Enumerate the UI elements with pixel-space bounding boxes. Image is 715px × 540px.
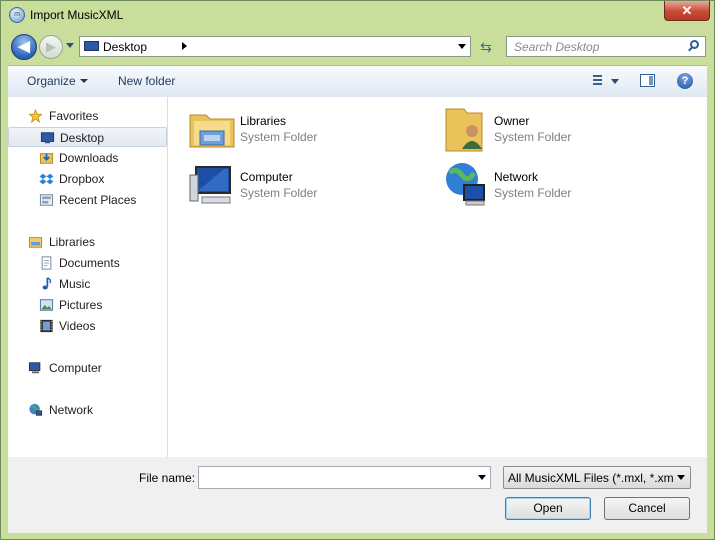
item-name: Libraries [240, 114, 287, 128]
recent-places-icon [39, 194, 54, 206]
organize-button[interactable]: Organize [27, 74, 76, 88]
downloads-icon [39, 153, 54, 164]
file-type-filter-value: All MusicXML Files (*.mxl, *.xml) [508, 471, 673, 485]
chevron-down-icon[interactable] [677, 475, 685, 480]
sidebar-item-computer[interactable]: Computer [8, 358, 167, 378]
item-name: Computer [240, 170, 293, 184]
item-name: Network [494, 170, 539, 184]
forward-button[interactable]: ▶ [39, 35, 63, 59]
list-item[interactable]: Network System Folder [442, 161, 682, 211]
command-toolbar: Organize New folder ? [8, 65, 707, 97]
sidebar-item-label: Favorites [49, 109, 99, 123]
dialog-window: m Import MusicXML ✕ ◀ ▶ Desktop ⇆ Search… [0, 0, 715, 540]
list-item[interactable]: Libraries System Folder [188, 105, 428, 155]
file-type-filter-select[interactable]: All MusicXML Files (*.mxl, *.xml) [503, 466, 691, 489]
sidebar-item-dropbox[interactable]: Dropbox [8, 169, 167, 189]
recent-pages-dropdown-icon[interactable] [66, 43, 74, 48]
refresh-button[interactable]: ⇆ [475, 37, 497, 57]
title-bar[interactable]: m Import MusicXML ✕ [1, 1, 714, 29]
sidebar-item-network[interactable]: Network [8, 400, 167, 420]
dialog-footer: File name: All MusicXML Files (*.mxl, *.… [8, 457, 707, 533]
help-icon[interactable]: ? [677, 73, 693, 89]
cancel-button[interactable]: Cancel [604, 497, 690, 520]
desktop-icon [40, 132, 55, 144]
item-type: System Folder [494, 130, 572, 144]
search-icon [690, 40, 699, 49]
address-dropdown-icon[interactable] [458, 44, 466, 49]
sidebar-item-label: Desktop [60, 131, 105, 145]
list-item[interactable]: Owner System Folder [442, 105, 682, 155]
computer-icon [189, 166, 231, 204]
network-icon [446, 163, 485, 206]
navigation-pane: Favorites Desktop Downloads Dropbox Rece… [8, 97, 168, 457]
libraries-icon [28, 237, 43, 248]
sidebar-item-label: Pictures [59, 298, 103, 312]
sidebar-item-label: Documents [59, 256, 120, 270]
libraries-folder-icon [189, 114, 235, 148]
sidebar-item-label: Computer [49, 361, 102, 375]
sidebar-item-desktop[interactable]: Desktop [8, 127, 167, 147]
desktop-icon [84, 41, 99, 51]
file-name-label: File name: [139, 471, 196, 485]
sidebar-item-music[interactable]: Music [8, 274, 167, 294]
star-icon [28, 109, 43, 123]
dropbox-icon [39, 173, 54, 185]
address-breadcrumb-desktop[interactable]: Desktop [103, 40, 147, 54]
address-bar[interactable]: Desktop [79, 36, 471, 57]
file-name-input[interactable] [198, 466, 491, 489]
window-title: Import MusicXML [30, 8, 124, 22]
sidebar-item-videos[interactable]: Videos [8, 316, 167, 336]
sidebar-item-label: Dropbox [59, 172, 105, 186]
file-list: Libraries System Folder Owner System Fol… [168, 97, 707, 457]
close-button[interactable]: ✕ [664, 1, 710, 21]
computer-icon [28, 362, 41, 374]
list-item[interactable]: Computer System Folder [188, 161, 428, 211]
sidebar-item-label: Network [49, 403, 94, 417]
sidebar-item-downloads[interactable]: Downloads [8, 148, 167, 168]
navigation-bar: ◀ ▶ Desktop ⇆ Search Desktop [1, 29, 714, 65]
sidebar-item-label: Libraries [49, 235, 96, 249]
item-type: System Folder [240, 130, 318, 144]
organize-dropdown-icon[interactable] [80, 79, 88, 83]
breadcrumb-chevron-icon[interactable] [182, 42, 187, 50]
item-type: System Folder [494, 186, 572, 200]
sidebar-item-label: Recent Places [59, 193, 137, 207]
sidebar-item-label: Music [59, 277, 91, 291]
view-options-dropdown-icon[interactable] [611, 79, 619, 84]
preview-pane-icon[interactable] [640, 74, 655, 87]
sidebar-item-label: Videos [59, 319, 96, 333]
documents-icon [41, 256, 52, 270]
search-placeholder: Search Desktop [514, 40, 600, 54]
sidebar-item-label: Downloads [59, 151, 119, 165]
sidebar-item-libraries[interactable]: Libraries [8, 232, 167, 252]
pictures-icon [39, 299, 54, 311]
app-icon: m [9, 7, 25, 23]
videos-icon [40, 319, 53, 333]
search-input[interactable]: Search Desktop [506, 36, 706, 57]
user-folder-icon [445, 108, 483, 152]
network-icon [29, 403, 43, 416]
open-button[interactable]: Open [505, 497, 591, 520]
sidebar-item-favorites[interactable]: Favorites [8, 106, 167, 126]
music-note-icon [42, 277, 52, 290]
sidebar-item-pictures[interactable]: Pictures [8, 295, 167, 315]
new-folder-button[interactable]: New folder [118, 74, 175, 88]
item-type: System Folder [240, 186, 318, 200]
sidebar-item-documents[interactable]: Documents [8, 253, 167, 273]
change-view-icon[interactable] [588, 75, 602, 87]
item-name: Owner [494, 114, 530, 128]
back-button[interactable]: ◀ [11, 34, 37, 60]
file-name-dropdown-icon[interactable] [478, 475, 486, 480]
sidebar-item-recent-places[interactable]: Recent Places [8, 190, 167, 210]
